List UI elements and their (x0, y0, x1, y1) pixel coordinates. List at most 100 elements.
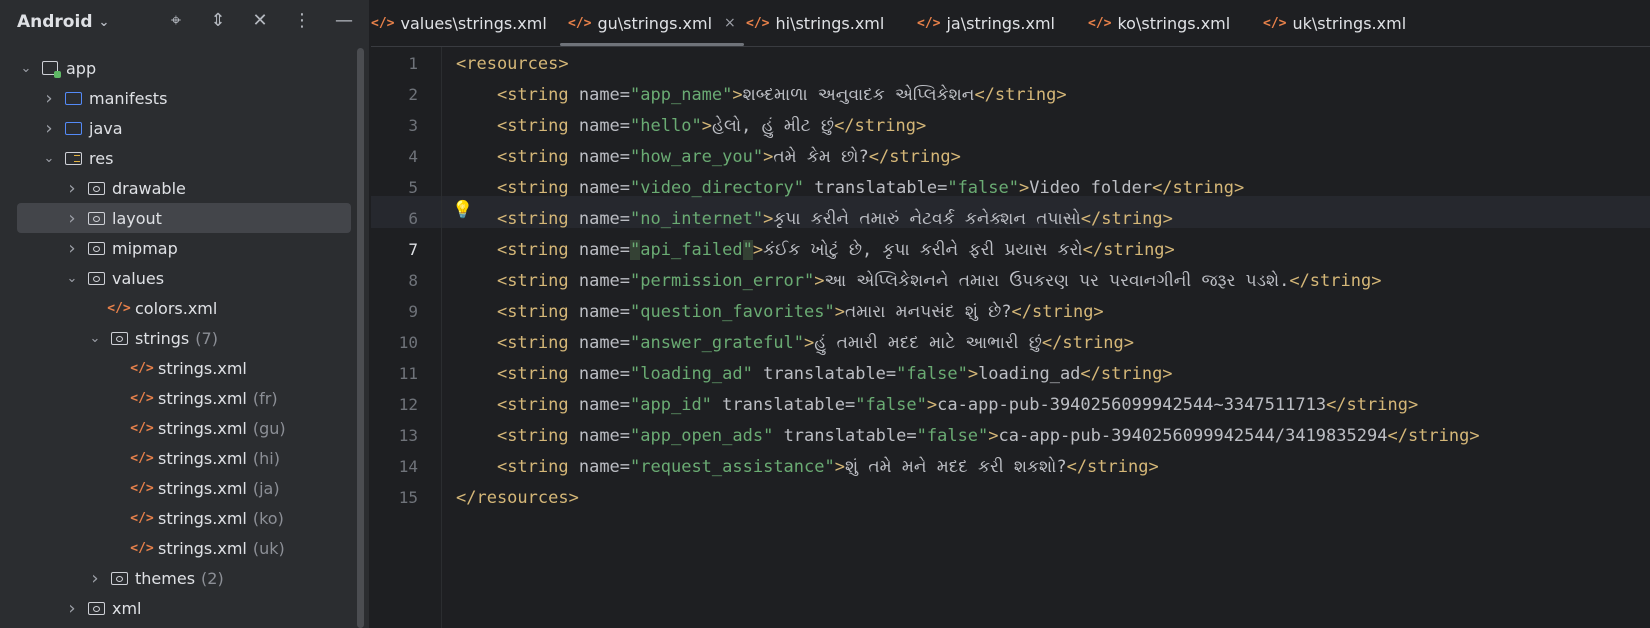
res-subfolder-icon (86, 240, 106, 256)
code-token: name= (578, 240, 631, 260)
project-view-label: Android (17, 12, 93, 32)
chevron-right-icon[interactable]: › (87, 568, 103, 589)
editor-tab[interactable]: </> gu\strings.xml × (560, 0, 744, 46)
code-token: <string (496, 240, 579, 260)
tree-item[interactable]: › java (0, 113, 351, 143)
code-token: translatable= (711, 395, 856, 415)
code-token: <string (496, 85, 579, 105)
tree-item[interactable]: </> strings.xml (ko) (0, 503, 351, 533)
chevron-down-icon[interactable]: ⌄ (18, 61, 34, 76)
code-line: <string name="app_open_ads" translatable… (456, 420, 1480, 452)
tree-item[interactable]: </> strings.xml (ja) (0, 473, 351, 503)
tree-item[interactable]: › mipmap (0, 233, 351, 263)
res-subfolder-icon (86, 210, 106, 226)
tree-item[interactable]: › manifests (0, 83, 351, 113)
editor-tab[interactable]: </> uk\strings.xml (1263, 0, 1406, 46)
code-token: "app_name" (630, 85, 733, 105)
collapse-icon[interactable]: ✕ (249, 10, 271, 31)
xml-file-icon: </> (130, 480, 154, 496)
code-token: </string> (1080, 364, 1173, 384)
code-token: <string (496, 457, 579, 477)
code-token: "permission_error" (630, 271, 815, 291)
tree-item[interactable]: </> strings.xml (uk) (0, 533, 351, 563)
tree-item-label: strings.xml (158, 388, 247, 408)
code-editor[interactable]: <resources> <string name="app_name">શબ્દ… (441, 47, 1650, 628)
editor-tab[interactable]: </> ja\strings.xml (917, 0, 1055, 46)
tree-item[interactable]: ⌄ res (0, 143, 351, 173)
minimize-icon[interactable]: — (333, 10, 355, 31)
module-icon (40, 60, 61, 78)
code-token: "false" (896, 364, 968, 384)
code-line: <string name="app_id" translatable="fals… (456, 389, 1418, 421)
close-tab-icon[interactable]: × (724, 15, 736, 31)
code-token: "hello" (630, 116, 702, 136)
code-line: <string name="api_failed">કંઈક ખોટું છે,… (456, 234, 1175, 266)
code-token: "false" (855, 395, 927, 415)
xml-file-icon: </> (130, 510, 154, 526)
tree-item[interactable]: </> strings.xml (fr) (0, 383, 351, 413)
xml-file-icon: </> (746, 15, 770, 31)
project-scrollbar[interactable] (357, 48, 364, 628)
code-token: હેલો, હું મીટ છું (711, 116, 835, 136)
code-line: <string name="question_favorites">તમારા … (456, 296, 1104, 328)
code-token: name= (578, 116, 631, 136)
editor-tab[interactable]: </> hi\strings.xml (746, 0, 884, 46)
code-token: શબ્દમાળા અનુવાદક એપ્લિકેશન (742, 85, 975, 105)
xml-file-icon: </> (130, 360, 154, 376)
chevron-down-icon[interactable]: ⌄ (87, 331, 103, 346)
tree-item[interactable]: › layout (17, 203, 351, 233)
chevron-right-icon[interactable]: › (41, 88, 57, 109)
tree-item[interactable]: </> strings.xml (0, 353, 351, 383)
code-token: </string> (974, 85, 1067, 105)
chevron-right-icon[interactable]: › (64, 598, 80, 619)
project-toolbar: ⌖ ⇕ ✕ ⋮ — (165, 10, 355, 31)
code-token: > (834, 457, 845, 477)
target-icon[interactable]: ⌖ (165, 10, 187, 31)
code-token: api_failed (640, 240, 743, 260)
tree-item-label: strings (135, 328, 190, 348)
code-token: <string (496, 302, 579, 322)
line-gutter: 1 2 3 4 5 6 7 8 9 10 11 12 13 14 15 (371, 47, 441, 628)
code-token: name= (578, 426, 631, 446)
code-token: </string> (1041, 333, 1135, 353)
tree-item[interactable]: ⌄ app (0, 53, 351, 83)
tree-item-label: strings.xml (158, 448, 247, 468)
tree-item[interactable]: </> strings.xml (hi) (0, 443, 351, 473)
project-view-selector[interactable]: Android ⌄ (17, 12, 109, 32)
chevron-right-icon[interactable]: › (64, 178, 80, 199)
code-line: <string name="how_are_you">તમે કેમ છો?</… (456, 141, 961, 173)
chevron-right-icon[interactable]: › (41, 118, 57, 139)
code-token: </string> (1066, 457, 1159, 477)
tree-item[interactable]: › drawable (0, 173, 351, 203)
code-token: <string (496, 426, 579, 446)
tree-item[interactable]: › themes (2) (0, 563, 351, 593)
tree-item-label: strings.xml (158, 508, 247, 528)
tree-item-count: (gu) (252, 418, 286, 438)
tree-item[interactable]: </> strings.xml (gu) (0, 413, 351, 443)
tree-item[interactable]: </> colors.xml (0, 293, 351, 323)
tree-item[interactable]: › xml (0, 593, 351, 623)
chevron-right-icon[interactable]: › (64, 238, 80, 259)
code-token: "false" (947, 178, 1019, 198)
chevron-right-icon[interactable]: › (64, 208, 80, 229)
chevron-down-icon[interactable]: ⌄ (64, 271, 80, 286)
tree-item[interactable]: ⌄ values (0, 263, 351, 293)
tree-item-label: strings.xml (158, 358, 247, 378)
res-subfolder-icon (86, 270, 106, 286)
code-token: કૃપા કરીને તમારું નેટવર્ક કનેક્શન તપાસો (773, 209, 1081, 229)
more-icon[interactable]: ⋮ (291, 10, 313, 31)
tree-item-label: xml (112, 598, 142, 618)
expand-icon[interactable]: ⇕ (207, 10, 229, 31)
tree-item-label: manifests (89, 88, 168, 108)
folder-icon (63, 120, 83, 136)
tree-item-label: java (89, 118, 123, 138)
tree-item[interactable]: ⌄ strings (7) (0, 323, 351, 353)
editor-tab[interactable]: </> values\strings.xml (371, 0, 547, 46)
code-token: <string (496, 333, 579, 353)
editor-tab[interactable]: </> ko\strings.xml (1088, 0, 1230, 46)
chevron-down-icon[interactable]: ⌄ (41, 151, 57, 166)
code-token: "video_directory" (630, 178, 805, 198)
